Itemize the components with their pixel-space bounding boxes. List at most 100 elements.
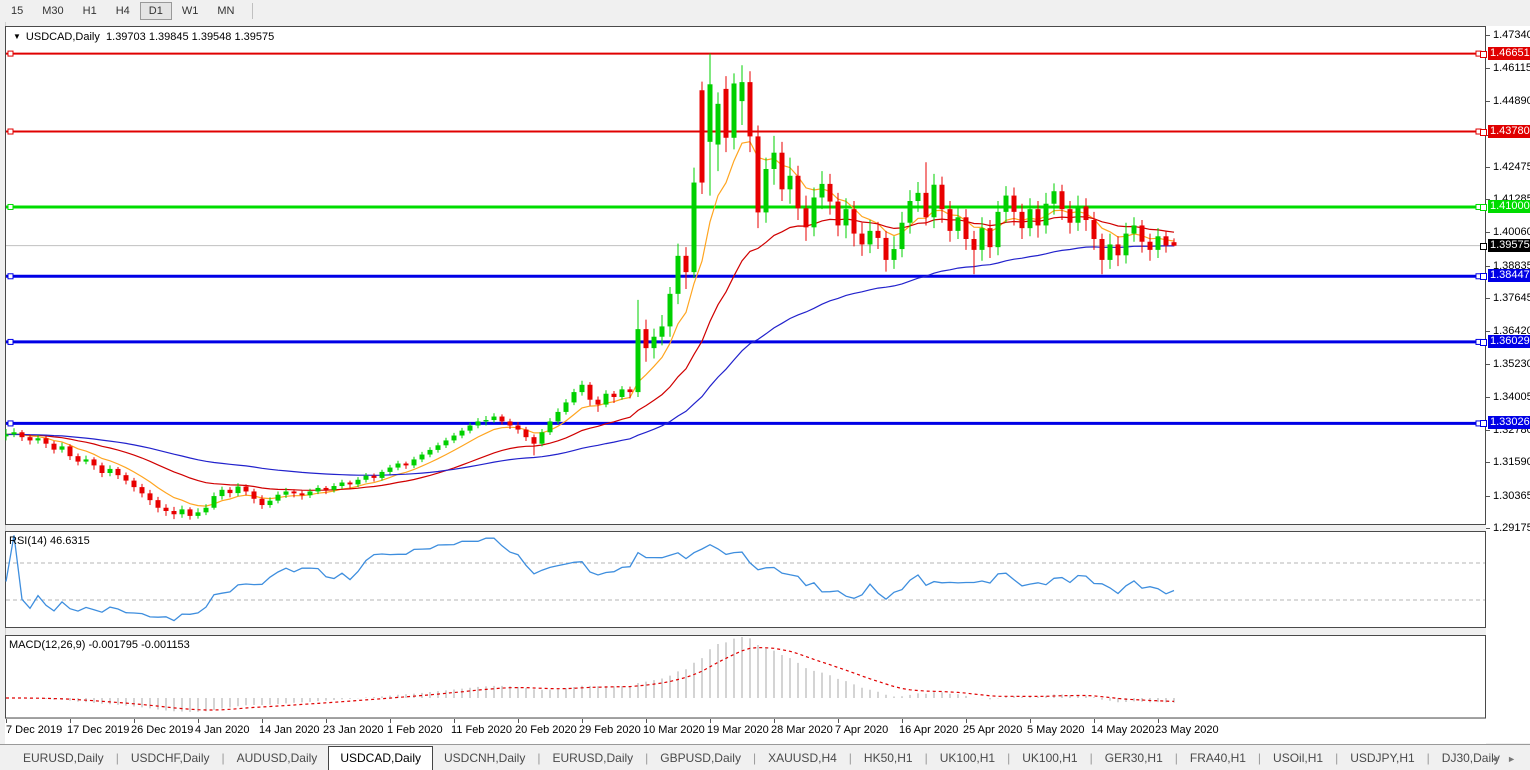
price-tick-mark <box>1486 397 1490 398</box>
timeframe-toolbar: 15M30H1H4D1W1MN <box>0 0 1530 22</box>
price-tick-mark <box>1486 331 1490 332</box>
timeframe-button-h1[interactable]: H1 <box>74 2 106 20</box>
level-endpoint-square <box>1480 129 1487 136</box>
date-tick-label: 26 Dec 2019 <box>131 724 193 736</box>
date-tick-mark <box>70 719 71 723</box>
date-tick-mark <box>198 719 199 723</box>
chart-canvas[interactable] <box>5 26 1486 719</box>
price-tick-label: 1.37645 <box>1493 292 1530 304</box>
date-tick-label: 25 Apr 2020 <box>963 724 1022 736</box>
price-tick-mark <box>1486 496 1490 497</box>
rsi-indicator-label: RSI(14) 46.6315 <box>9 535 90 547</box>
date-tick-label: 5 May 2020 <box>1027 724 1084 736</box>
date-tick-label: 29 Feb 2020 <box>579 724 641 736</box>
chart-tab-fra40-h1[interactable]: FRA40,H1 <box>1179 747 1257 770</box>
date-tick-label: 11 Feb 2020 <box>451 724 512 736</box>
date-tick-mark <box>6 719 7 723</box>
level-endpoint-square <box>1480 420 1487 427</box>
chart-symbol-label: USDCAD,Daily <box>26 31 100 43</box>
chart-tab-bar: EURUSD,Daily|USDCHF,Daily|AUDUSD,DailyUS… <box>0 744 1530 770</box>
chart-tab-hk50-h1[interactable]: HK50,H1 <box>853 747 924 770</box>
chart-tab-eurusd-daily[interactable]: EURUSD,Daily <box>541 747 644 770</box>
date-tick-mark <box>1158 719 1159 723</box>
price-tick-mark <box>1486 232 1490 233</box>
chart-tab-usdjpy-h1[interactable]: USDJPY,H1 <box>1339 747 1425 770</box>
price-tick-mark <box>1486 528 1490 529</box>
price-tick-label: 1.34005 <box>1493 391 1530 403</box>
chart-tab-usdcad-daily[interactable]: USDCAD,Daily <box>328 746 433 770</box>
date-tick-mark <box>774 719 775 723</box>
date-tick-label: 28 Mar 2020 <box>771 724 833 736</box>
tab-scroll-left-icon[interactable]: ◄ <box>1490 754 1507 764</box>
chart-tab-xauusd-h4[interactable]: XAUUSD,H4 <box>757 747 848 770</box>
price-tick-label: 1.31590 <box>1493 456 1530 468</box>
chart-tab-eurusd-daily[interactable]: EURUSD,Daily <box>12 747 115 770</box>
price-tick-mark <box>1486 462 1490 463</box>
tab-scroll-arrows: ◄► <box>1490 754 1524 764</box>
date-tick-mark <box>326 719 327 723</box>
level-endpoint-square <box>1480 243 1487 250</box>
price-level-badge: 1.36029 <box>1488 335 1530 348</box>
price-tick-label: 1.30365 <box>1493 490 1530 502</box>
timeframe-button-mn[interactable]: MN <box>208 2 243 20</box>
date-tick-mark <box>582 719 583 723</box>
chart-ohlc-values: 1.39703 1.39845 1.39548 1.39575 <box>106 31 274 43</box>
toolbar-separator <box>252 3 253 19</box>
price-level-badge: 1.41000 <box>1488 200 1530 213</box>
chart-tab-uk100-h1[interactable]: UK100,H1 <box>1011 747 1088 770</box>
date-tick-label: 1 Feb 2020 <box>387 724 443 736</box>
price-tick-mark <box>1486 68 1490 69</box>
chart-tab-usdchf-daily[interactable]: USDCHF,Daily <box>120 747 221 770</box>
date-tick-label: 7 Dec 2019 <box>6 724 62 736</box>
chart-tab-uk100-h1[interactable]: UK100,H1 <box>929 747 1006 770</box>
timeframe-button-w1[interactable]: W1 <box>173 2 208 20</box>
date-tick-label: 23 Jan 2020 <box>323 724 384 736</box>
date-tick-label: 19 Mar 2020 <box>707 724 769 736</box>
timeframe-buttons: 15M30H1H4D1W1MN <box>2 2 244 20</box>
date-tick-label: 23 May 2020 <box>1155 724 1219 736</box>
level-endpoint-square <box>1480 273 1487 280</box>
date-tick-mark <box>134 719 135 723</box>
level-endpoint-square <box>1480 339 1487 346</box>
date-tick-mark <box>1030 719 1031 723</box>
chart-tab-gbpusd-daily[interactable]: GBPUSD,Daily <box>649 747 752 770</box>
date-tick-mark <box>1094 719 1095 723</box>
tab-scroll-right-icon[interactable]: ► <box>1507 754 1524 764</box>
timeframe-button-d1[interactable]: D1 <box>140 2 172 20</box>
price-tick-mark <box>1486 364 1490 365</box>
chart-tab-usdcnh-daily[interactable]: USDCNH,Daily <box>433 747 536 770</box>
date-tick-mark <box>966 719 967 723</box>
date-tick-label: 4 Jan 2020 <box>195 724 249 736</box>
price-level-badge: 1.46651 <box>1488 47 1530 60</box>
date-tick-mark <box>902 719 903 723</box>
date-tick-label: 17 Dec 2019 <box>67 724 129 736</box>
chart-tab-ger30-h1[interactable]: GER30,H1 <box>1094 747 1174 770</box>
price-tick-label: 1.42475 <box>1493 161 1530 173</box>
date-axis[interactable]: 7 Dec 2019 17 Dec 201926 Dec 20194 Jan 20… <box>5 719 1486 744</box>
price-level-badge: 1.39575 <box>1488 239 1530 252</box>
price-tick-mark <box>1486 266 1490 267</box>
price-tick-label: 1.40060 <box>1493 226 1530 238</box>
date-tick-label: 14 May 2020 <box>1091 724 1155 736</box>
chart-tab-usoil-h1[interactable]: USOil,H1 <box>1262 747 1334 770</box>
price-tick-label: 1.47340 <box>1493 29 1530 41</box>
price-tick-mark <box>1486 101 1490 102</box>
timeframe-button-h4[interactable]: H4 <box>107 2 139 20</box>
chart-tab-audusd-daily[interactable]: AUDUSD,Daily <box>226 747 329 770</box>
date-tick-label: 7 Apr 2020 <box>835 724 888 736</box>
chart-title[interactable]: ▼ USDCAD,Daily 1.39703 1.39845 1.39548 1.… <box>13 31 274 43</box>
price-tick-label: 1.46115 <box>1493 62 1530 74</box>
price-axis[interactable]: 1.473401.461151.448901.436651.424751.412… <box>1486 26 1530 743</box>
price-tick-mark <box>1486 430 1490 431</box>
price-level-badge: 1.38447 <box>1488 269 1530 282</box>
chevron-down-icon[interactable]: ▼ <box>13 32 21 41</box>
date-tick-mark <box>838 719 839 723</box>
price-tick-mark <box>1486 298 1490 299</box>
timeframe-button-m30[interactable]: M30 <box>33 2 72 20</box>
date-tick-label: 10 Mar 2020 <box>643 724 705 736</box>
macd-indicator-label: MACD(12,26,9) -0.001795 -0.001153 <box>9 639 190 651</box>
date-tick-mark <box>390 719 391 723</box>
trading-terminal-window: 15M30H1H4D1W1MN ▼ USDCAD,Daily 1.39703 1.… <box>0 0 1530 770</box>
timeframe-button-15[interactable]: 15 <box>2 2 32 20</box>
price-tick-mark <box>1486 167 1490 168</box>
